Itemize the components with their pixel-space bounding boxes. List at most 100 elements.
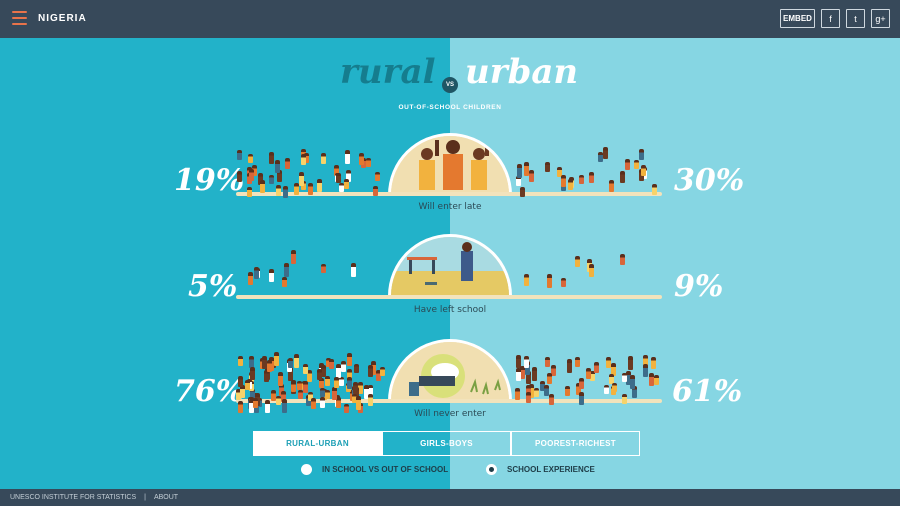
child-figure: [609, 180, 614, 192]
child-figure: [561, 175, 566, 187]
chart-subtitle: OUT-OF-SCHOOL CHILDREN: [398, 104, 502, 111]
row-caption: Have left school: [413, 305, 487, 315]
child-figure: [260, 180, 265, 193]
child-figure: [247, 187, 252, 197]
child-figure: [269, 175, 274, 184]
about-link[interactable]: ABOUT: [154, 494, 178, 501]
child-figure: [526, 392, 531, 403]
row-baseline: [236, 192, 662, 196]
rural-percent: 5%: [188, 269, 238, 304]
child-figure: [598, 152, 603, 162]
child-figure: [283, 186, 288, 198]
child-figure: [345, 150, 350, 164]
option-school-experience[interactable]: SCHOOL EXPERIENCE: [486, 464, 595, 475]
child-figure: [603, 147, 608, 159]
child-figure: [375, 172, 380, 181]
child-figure: [267, 360, 272, 372]
child-figure: [575, 357, 580, 367]
child-figure: [248, 272, 253, 285]
child-figure: [532, 367, 537, 381]
child-figure: [547, 274, 552, 288]
footer-divider: |: [144, 494, 146, 501]
share-actions: EMBED f t g+: [780, 9, 890, 28]
top-bar: NIGERIA EMBED f t g+: [0, 0, 900, 38]
child-figure: [249, 169, 254, 181]
row-baseline: [236, 295, 662, 299]
google-plus-icon[interactable]: g+: [871, 9, 890, 28]
rural-percent: 19%: [174, 163, 245, 198]
country-title: NIGERIA: [38, 13, 87, 24]
child-figure: [347, 377, 352, 389]
comparison-tabs: RURAL-URBAN GIRLS-BOYS POOREST-RICHEST: [253, 431, 640, 456]
child-figure: [282, 399, 287, 413]
urban-percent: 30%: [674, 163, 745, 198]
child-figure: [278, 372, 283, 386]
child-figure: [565, 386, 570, 396]
tab-rural-urban[interactable]: RURAL-URBAN: [253, 431, 382, 456]
child-figure: [321, 153, 326, 164]
unesco-link[interactable]: UNESCO INSTITUTE FOR STATISTICS: [10, 494, 136, 501]
child-figure: [634, 160, 639, 169]
child-figure: [654, 375, 659, 385]
child-figure: [253, 398, 258, 408]
child-figure: [269, 269, 274, 282]
child-figure: [245, 380, 250, 390]
child-figure: [579, 392, 584, 405]
child-figure: [301, 154, 306, 165]
option-label: SCHOOL EXPERIENCE: [507, 465, 595, 474]
child-figure: [291, 381, 296, 392]
child-figure: [368, 365, 373, 377]
child-figure: [517, 164, 522, 178]
twitter-icon[interactable]: t: [846, 9, 865, 28]
child-figure: [276, 396, 281, 405]
child-figure: [545, 162, 550, 172]
child-figure: [344, 179, 349, 189]
child-figure: [339, 377, 344, 386]
child-figure: [534, 388, 539, 397]
child-figure: [282, 277, 287, 287]
child-figure: [589, 264, 594, 277]
embed-button[interactable]: EMBED: [780, 9, 815, 28]
child-figure: [575, 256, 580, 267]
row-caption: Will enter late: [418, 202, 482, 212]
child-figure: [641, 165, 646, 176]
child-figure: [344, 404, 349, 413]
tab-poorest-richest[interactable]: POOREST-RICHEST: [511, 431, 640, 456]
child-figure: [237, 150, 242, 160]
child-figure: [524, 274, 529, 286]
footer: UNESCO INSTITUTE FOR STATISTICS | ABOUT: [0, 489, 900, 506]
tab-girls-boys[interactable]: GIRLS-BOYS: [382, 431, 511, 456]
child-figure: [308, 183, 313, 195]
child-figure: [248, 154, 253, 163]
child-figure: [529, 170, 534, 182]
child-figure: [336, 173, 341, 183]
option-in-school-vs-out[interactable]: IN SCHOOL VS OUT OF SCHOOL: [301, 464, 448, 475]
child-figure: [567, 359, 572, 373]
child-figure: [606, 357, 611, 368]
facebook-icon[interactable]: f: [821, 9, 840, 28]
option-label: IN SCHOOL VS OUT OF SCHOOL: [322, 465, 449, 474]
child-figure: [294, 354, 299, 368]
radio-unselected-icon[interactable]: [301, 464, 312, 475]
comparison-panel: rural VS urban OUT-OF-SCHOOL CHILDREN 19…: [0, 38, 900, 489]
radio-selected-icon[interactable]: [486, 464, 497, 475]
child-figure: [291, 250, 296, 264]
child-figure: [643, 364, 648, 377]
child-figure: [317, 369, 322, 380]
child-figure: [586, 368, 591, 379]
child-figure: [561, 278, 566, 287]
child-figure: [594, 362, 599, 373]
vs-badge: VS: [442, 77, 458, 93]
child-figure: [298, 390, 303, 399]
child-figure: [317, 179, 322, 192]
child-figure: [373, 186, 378, 196]
child-figure: [630, 375, 635, 389]
child-figure: [269, 152, 274, 164]
child-figure: [311, 398, 316, 409]
child-figure: [359, 153, 364, 165]
child-figure: [320, 388, 325, 397]
child-figure: [353, 382, 358, 394]
hamburger-menu-icon[interactable]: [12, 11, 27, 25]
child-figure: [579, 378, 584, 389]
child-figure: [254, 267, 259, 279]
